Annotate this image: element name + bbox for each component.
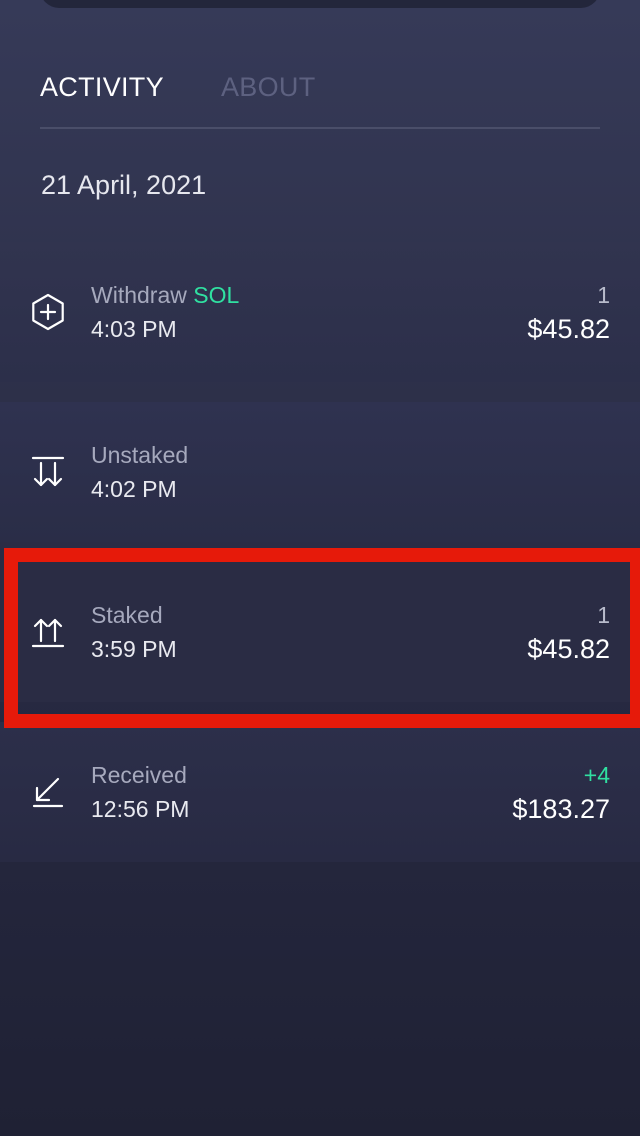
withdraw-hexagon-plus-icon: [28, 292, 68, 332]
tab-about[interactable]: ABOUT: [221, 72, 316, 103]
transaction-time: 4:02 PM: [91, 476, 177, 502]
tab-activity[interactable]: ACTIVITY: [40, 72, 164, 103]
transaction-time: 4:03 PM: [91, 316, 177, 342]
transaction-title: Staked: [91, 602, 163, 629]
unstake-arrows-down-icon: [28, 452, 68, 492]
transaction-row-received[interactable]: Received 12:56 PM +4 $183.27: [0, 722, 640, 862]
transaction-title: Received: [91, 762, 187, 789]
transaction-title: Withdraw SOL: [91, 282, 239, 309]
transaction-amount: 1: [597, 282, 610, 308]
transaction-fiat-value: $45.82: [527, 314, 610, 344]
stake-arrows-up-icon: [28, 612, 68, 652]
tab-bar: ACTIVITY ABOUT: [40, 68, 600, 129]
transaction-row-staked[interactable]: Staked 3:59 PM 1 $45.82: [0, 562, 640, 702]
transaction-amount: 1: [597, 602, 610, 628]
date-header: 21 April, 2021: [41, 170, 207, 200]
transaction-fiat-value: $45.82: [527, 634, 610, 664]
transaction-token: SOL: [193, 282, 240, 308]
transaction-action: Unstaked: [91, 442, 189, 468]
transaction-amount: +4: [583, 762, 610, 788]
transaction-row-withdraw[interactable]: Withdraw SOL 4:03 PM 1 $45.82: [0, 242, 640, 382]
transaction-fiat-value: $183.27: [512, 794, 610, 824]
received-arrow-down-left-icon: [28, 772, 68, 812]
transaction-action: Received: [91, 762, 187, 788]
transaction-action: Staked: [91, 602, 163, 628]
transaction-row-unstaked[interactable]: Unstaked 4:02 PM: [0, 402, 640, 542]
transaction-title: Unstaked: [91, 442, 188, 469]
top-search-bar-edge[interactable]: [40, 0, 600, 8]
transaction-time: 12:56 PM: [91, 796, 190, 822]
transaction-action: Withdraw: [91, 282, 187, 308]
transaction-time: 3:59 PM: [91, 636, 177, 662]
